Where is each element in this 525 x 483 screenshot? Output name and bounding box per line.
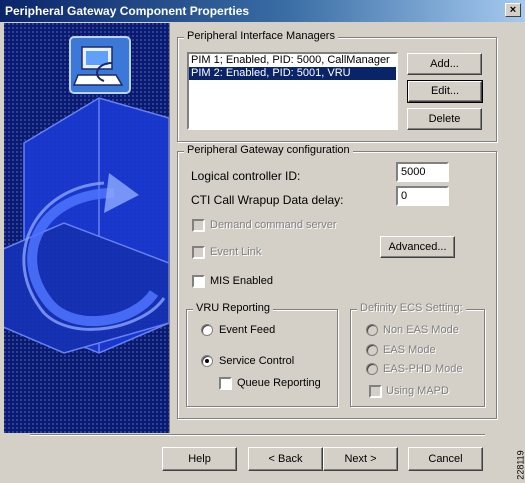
eas-radio[interactable]: [366, 344, 378, 356]
using-mapd-label: Using MAPD: [386, 385, 449, 397]
definity-label: Definity ECS Setting:: [357, 302, 466, 314]
edit-button[interactable]: Edit...: [407, 80, 483, 103]
demand-command-checkbox[interactable]: [192, 219, 205, 232]
close-button[interactable]: ×: [505, 3, 521, 17]
wizard-art-panel: [4, 23, 170, 433]
close-icon: ×: [509, 4, 517, 16]
pim-group-label: Peripheral Interface Managers: [184, 30, 338, 42]
figure-id: 228119: [515, 450, 525, 480]
queue-reporting-checkbox[interactable]: [219, 377, 232, 390]
event-feed-radio[interactable]: [201, 324, 213, 336]
queue-reporting-label: Queue Reporting: [237, 377, 321, 389]
service-control-radio[interactable]: [201, 355, 213, 367]
edit-button-label: Edit...: [430, 85, 460, 97]
logical-controller-value: 5000: [401, 166, 426, 178]
event-link-checkbox[interactable]: [192, 246, 205, 259]
cti-wrapup-label: CTI Call Wrapup Data delay:: [191, 193, 344, 207]
wizard-illustration: [4, 36, 169, 354]
eas-phd-label: EAS-PHD Mode: [383, 363, 463, 375]
non-eas-radio[interactable]: [366, 324, 378, 336]
delete-button[interactable]: Delete: [407, 108, 482, 130]
cancel-button[interactable]: Cancel: [408, 447, 483, 471]
list-item[interactable]: PIM 2: Enabled, PID: 5001, VRU: [189, 67, 396, 80]
advanced-button-label: Advanced...: [388, 241, 447, 253]
list-item[interactable]: PIM 1; Enabled, PID: 5000, CallManager: [189, 54, 396, 67]
footer-divider: [30, 434, 485, 436]
delete-button-label: Delete: [428, 113, 461, 125]
next-button-label: Next >: [344, 453, 377, 465]
using-mapd-checkbox[interactable]: [369, 385, 382, 398]
radio-selected-dot: [205, 359, 209, 363]
advanced-button[interactable]: Advanced...: [380, 236, 455, 258]
help-button[interactable]: Help: [162, 447, 237, 471]
cancel-button-label: Cancel: [428, 453, 463, 465]
back-button-label: < Back: [268, 453, 303, 465]
logical-controller-field[interactable]: 5000: [396, 162, 449, 182]
add-button-label: Add...: [430, 58, 459, 70]
window-title: Peripheral Gateway Component Properties: [5, 4, 250, 18]
add-button[interactable]: Add...: [407, 53, 482, 75]
event-link-label: Event Link: [210, 246, 262, 258]
mis-enabled-checkbox[interactable]: [192, 275, 205, 288]
vru-reporting-label: VRU Reporting: [193, 302, 273, 314]
mis-enabled-label: MIS Enabled: [210, 275, 273, 287]
demand-command-label: Demand command server: [210, 219, 337, 231]
service-control-label: Service Control: [219, 355, 295, 367]
eas-phd-radio[interactable]: [366, 363, 378, 375]
event-feed-label: Event Feed: [219, 324, 276, 336]
non-eas-label: Non EAS Mode: [383, 324, 459, 336]
pg-config-group-label: Peripheral Gateway configuration: [184, 144, 353, 156]
computer-icon: [69, 36, 131, 94]
pim-listbox[interactable]: PIM 1; Enabled, PID: 5000, CallManager P…: [187, 52, 398, 130]
title-bar: Peripheral Gateway Component Properties …: [0, 0, 525, 22]
help-button-label: Help: [188, 453, 211, 465]
logical-controller-label: Logical controller ID:: [191, 169, 301, 183]
cti-wrapup-field[interactable]: 0: [396, 186, 449, 206]
back-button[interactable]: < Back: [248, 447, 323, 471]
eas-label: EAS Mode: [383, 344, 436, 356]
next-button[interactable]: Next >: [323, 447, 398, 471]
cti-wrapup-value: 0: [401, 190, 408, 202]
